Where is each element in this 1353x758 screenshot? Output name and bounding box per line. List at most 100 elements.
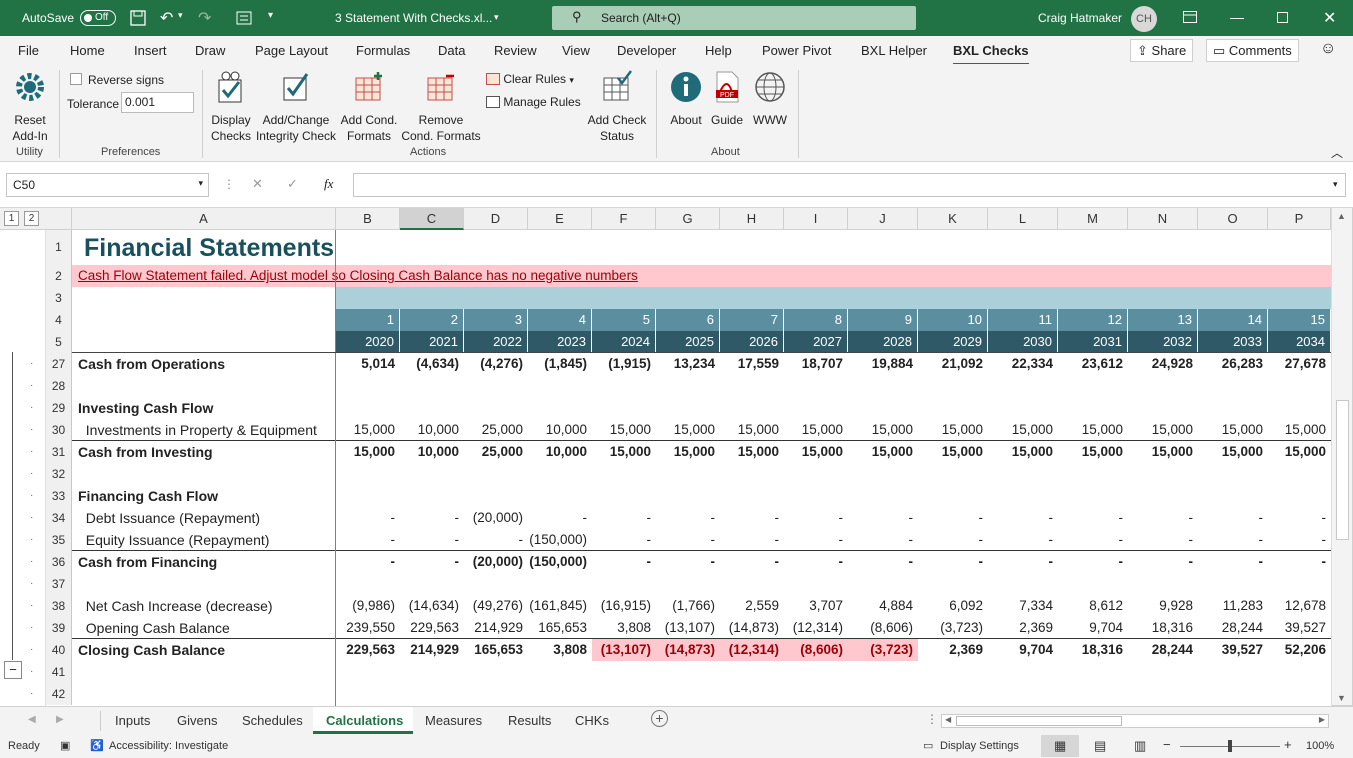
data-cell[interactable]: (3,723): [918, 617, 988, 639]
data-cell[interactable]: -: [784, 529, 848, 551]
data-cell[interactable]: 229,563: [336, 639, 400, 661]
h-scroll-thumb[interactable]: [956, 716, 1122, 726]
data-cell[interactable]: 15,000: [918, 441, 988, 463]
data-cell[interactable]: 6,092: [918, 595, 988, 617]
filename-dropdown-icon[interactable]: ▾: [494, 12, 499, 23]
column-header-h[interactable]: H: [720, 208, 784, 230]
next-sheet-icon[interactable]: ▶: [56, 714, 64, 725]
data-cell[interactable]: 12,678: [1268, 595, 1331, 617]
data-cell[interactable]: 15,000: [1268, 419, 1331, 441]
row-label[interactable]: Investments in Property & Equipment: [78, 419, 317, 441]
data-cell[interactable]: 15,000: [336, 441, 400, 463]
add-check-status-button[interactable]: Add Check Status: [586, 70, 648, 144]
data-cell[interactable]: 3,808: [528, 639, 592, 661]
macro-record-icon[interactable]: ▣: [60, 739, 70, 752]
data-cell[interactable]: 10,000: [400, 441, 464, 463]
remove-cond-formats-button[interactable]: Remove Cond. Formats: [400, 70, 482, 144]
data-cell[interactable]: 165,653: [528, 617, 592, 639]
data-cell[interactable]: 15,000: [1198, 441, 1268, 463]
data-cell[interactable]: 9,704: [1058, 617, 1128, 639]
display-settings-icon[interactable]: ▭: [923, 739, 933, 752]
horizontal-scrollbar[interactable]: ◀ ▶: [941, 714, 1329, 728]
cancel-icon[interactable]: ✕: [252, 176, 263, 192]
zoom-out-icon[interactable]: −: [1163, 737, 1171, 752]
expand-formula-icon[interactable]: ▾: [1333, 179, 1338, 190]
row-label[interactable]: Closing Cash Balance: [78, 639, 225, 661]
name-box[interactable]: C50 ▾: [6, 173, 209, 197]
prev-sheet-icon[interactable]: ◀: [28, 714, 36, 725]
data-cell[interactable]: -: [1128, 507, 1198, 529]
column-header-d[interactable]: D: [464, 208, 528, 230]
data-cell[interactable]: 21,092: [918, 353, 988, 375]
data-cell[interactable]: (161,845): [528, 595, 592, 617]
collapse-ribbon-icon[interactable]: ︿: [1331, 144, 1343, 161]
data-cell[interactable]: -: [918, 529, 988, 551]
user-name[interactable]: Craig Hatmaker: [1038, 11, 1122, 25]
data-cell[interactable]: (9,986): [336, 595, 400, 617]
data-cell[interactable]: -: [784, 507, 848, 529]
data-cell[interactable]: 23,612: [1058, 353, 1128, 375]
autosave-toggle[interactable]: Off: [80, 10, 116, 26]
data-cell[interactable]: 27,678: [1268, 353, 1331, 375]
data-cell[interactable]: -: [1268, 529, 1331, 551]
tab-page-layout[interactable]: Page Layout: [255, 43, 328, 58]
data-cell[interactable]: (49,276): [464, 595, 528, 617]
data-cell[interactable]: 15,000: [656, 441, 720, 463]
zoom-in-icon[interactable]: +: [1284, 737, 1292, 752]
accessibility-icon[interactable]: ♿: [90, 739, 104, 752]
display-settings-button[interactable]: Display Settings: [940, 740, 1019, 752]
data-cell[interactable]: -: [918, 551, 988, 573]
data-cell[interactable]: 52,206: [1268, 639, 1331, 661]
data-cell[interactable]: -: [528, 507, 592, 529]
data-cell[interactable]: -: [592, 507, 656, 529]
data-cell[interactable]: -: [918, 507, 988, 529]
warning-link[interactable]: Cash Flow Statement failed. Adjust model…: [78, 265, 638, 287]
data-cell[interactable]: (13,107): [592, 639, 656, 661]
data-cell[interactable]: 9,928: [1128, 595, 1198, 617]
data-cell[interactable]: -: [1058, 529, 1128, 551]
guide-button[interactable]: PDF Guide: [707, 70, 747, 128]
data-cell[interactable]: -: [1198, 529, 1268, 551]
vertical-scrollbar[interactable]: ▲ ▼: [1331, 208, 1353, 706]
close-icon[interactable]: ✕: [1323, 8, 1336, 28]
row-label[interactable]: Opening Cash Balance: [78, 617, 230, 639]
customize-toolbar-icon[interactable]: ▾: [268, 10, 273, 21]
data-cell[interactable]: -: [656, 507, 720, 529]
manage-rules-button[interactable]: Manage Rules: [486, 95, 581, 109]
data-cell[interactable]: -: [1198, 551, 1268, 573]
data-cell[interactable]: -: [1268, 507, 1331, 529]
data-cell[interactable]: 19,884: [848, 353, 918, 375]
data-cell[interactable]: (1,845): [528, 353, 592, 375]
data-cell[interactable]: 22,334: [988, 353, 1058, 375]
tab-view[interactable]: View: [562, 43, 590, 58]
data-cell[interactable]: (20,000): [464, 507, 528, 529]
data-cell[interactable]: 15,000: [988, 419, 1058, 441]
display-checks-button[interactable]: Display Checks: [207, 70, 255, 144]
data-cell[interactable]: 18,316: [1128, 617, 1198, 639]
data-cell[interactable]: (14,873): [720, 617, 784, 639]
data-cell[interactable]: (1,766): [656, 595, 720, 617]
tab-bxl-checks[interactable]: BXL Checks: [953, 43, 1029, 66]
data-cell[interactable]: 15,000: [720, 419, 784, 441]
data-cell[interactable]: -: [592, 551, 656, 573]
data-cell[interactable]: 2,369: [918, 639, 988, 661]
outline-level-1[interactable]: 1: [4, 211, 19, 226]
data-cell[interactable]: -: [720, 507, 784, 529]
data-cell[interactable]: -: [1058, 507, 1128, 529]
data-cell[interactable]: 15,000: [1268, 441, 1331, 463]
column-header-e[interactable]: E: [528, 208, 592, 230]
data-cell[interactable]: 229,563: [400, 617, 464, 639]
file-name[interactable]: 3 Statement With Checks.xl...: [335, 11, 492, 25]
column-header-a[interactable]: A: [72, 208, 336, 230]
data-cell[interactable]: 239,550: [336, 617, 400, 639]
data-cell[interactable]: 15,000: [592, 441, 656, 463]
data-cell[interactable]: -: [400, 551, 464, 573]
comments-button[interactable]: ▭ Comments: [1206, 39, 1299, 62]
column-header-c[interactable]: C: [400, 208, 464, 230]
save-icon[interactable]: [130, 10, 146, 26]
data-cell[interactable]: 9,704: [988, 639, 1058, 661]
data-cell[interactable]: 25,000: [464, 441, 528, 463]
column-header-l[interactable]: L: [988, 208, 1058, 230]
column-header-m[interactable]: M: [1058, 208, 1128, 230]
smiley-icon[interactable]: ☺: [1320, 40, 1336, 58]
